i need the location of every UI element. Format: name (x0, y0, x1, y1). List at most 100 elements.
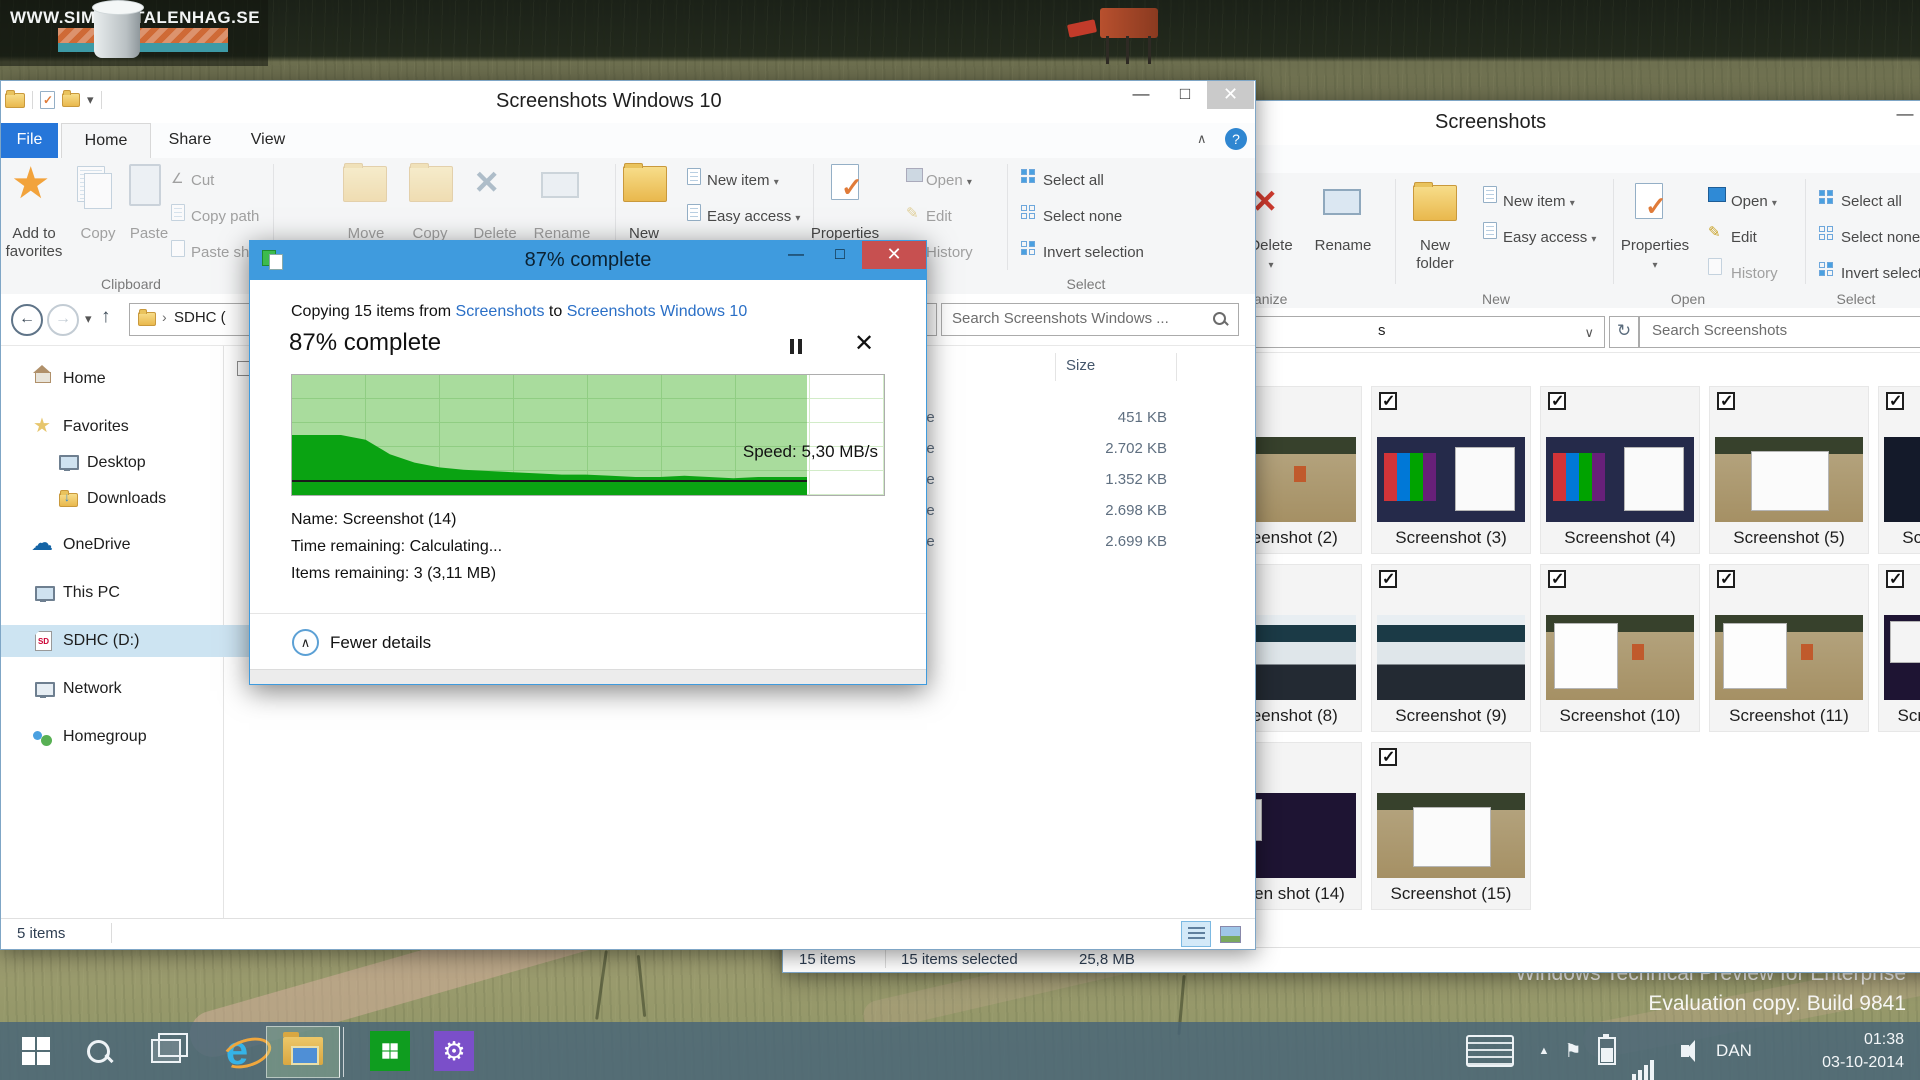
win1-minimize-button[interactable]: — (1119, 81, 1163, 109)
win1-maximize-button[interactable]: □ (1163, 81, 1207, 109)
tab-share[interactable]: Share (151, 123, 229, 158)
history-dropdown-icon[interactable]: ▾ (85, 311, 92, 327)
new-item-button[interactable]: New item ▾ (1503, 193, 1575, 210)
dialog-minimize-button[interactable]: — (774, 241, 818, 269)
destination-folder-link[interactable]: Screenshots Windows 10 (567, 303, 748, 320)
checkbox-checked[interactable] (1379, 392, 1397, 410)
cancel-copy-button[interactable]: ✕ (854, 329, 874, 358)
dialog-close-button[interactable]: ✕ (862, 241, 926, 269)
paste-icon (129, 164, 161, 206)
win1-titlebar[interactable]: ✓ ▾ Screenshots Windows 10 — □ ✕ (1, 81, 1255, 123)
task-view-button[interactable] (142, 1022, 190, 1080)
new-folder-button[interactable]: New (1391, 237, 1479, 254)
up-button[interactable]: ↑ (101, 306, 111, 328)
select-all-icon (1021, 169, 1035, 183)
properties-dropdown[interactable]: ▾ (1613, 255, 1697, 272)
thumbnail-view-button[interactable] (1215, 921, 1245, 947)
open-button[interactable]: Open ▾ (1731, 193, 1777, 210)
qat-customize-dropdown[interactable]: ▾ (87, 92, 94, 108)
add-to-favorites-button[interactable]: Add to (1, 225, 67, 242)
search-icon[interactable] (1213, 312, 1226, 325)
qat-new-folder-icon[interactable] (62, 93, 80, 107)
file-tile-screenshot-5[interactable]: Screenshot (5) (1709, 386, 1869, 554)
taskbar-clock[interactable]: 01:38 03-10-2014 (1774, 1028, 1904, 1074)
file-tile-screenshot-11[interactable]: Screenshot (11) (1709, 564, 1869, 732)
checkbox-checked[interactable] (1886, 570, 1904, 588)
help-icon[interactable]: ? (1225, 128, 1247, 150)
win2-minimize-button[interactable]: — (1883, 101, 1920, 129)
explorer-window-icon[interactable] (5, 93, 25, 108)
qat-properties-icon[interactable]: ✓ (40, 91, 55, 109)
new-folder-button-line2[interactable]: folder (1391, 255, 1479, 272)
settings-button[interactable]: ⚙ (430, 1022, 478, 1080)
file-tile-screenshot-15[interactable]: Screenshot (15) (1371, 742, 1531, 910)
new-item-button[interactable]: New item ▾ (707, 172, 779, 189)
select-none-button[interactable]: Select none (1841, 229, 1920, 246)
select-all-button[interactable]: Select all (1841, 193, 1902, 210)
tile-label: Screenshot (15) (1372, 884, 1530, 904)
group-select: Select (1051, 276, 1121, 292)
touch-keyboard-button[interactable] (1462, 1022, 1518, 1080)
checkbox-checked[interactable] (1886, 392, 1904, 410)
rename-button[interactable]: Rename (1307, 237, 1379, 254)
edit-button[interactable]: Edit (1731, 229, 1757, 246)
onedrive-cloud-icon: ☁ (31, 530, 53, 556)
store-button[interactable] (366, 1022, 414, 1080)
checkbox-checked[interactable] (1379, 570, 1397, 588)
chevron-down-icon[interactable]: ∨ (1584, 325, 1594, 341)
properties-button[interactable]: Properties (1613, 237, 1697, 254)
back-button[interactable]: ← (11, 304, 43, 336)
refresh-button[interactable]: ↻ (1609, 316, 1639, 348)
forward-button[interactable]: → (47, 304, 79, 336)
file-tile-screenshot-9[interactable]: Screenshot (9) (1371, 564, 1531, 732)
tab-home[interactable]: Home (61, 123, 151, 158)
file-tile-screenshot-4[interactable]: Screenshot (4) (1540, 386, 1700, 554)
fewer-details-label[interactable]: Fewer details (330, 633, 431, 653)
search-input[interactable]: Search Screenshots Windows ... (941, 303, 1239, 336)
sidebar-label: Favorites (63, 418, 129, 436)
dialog-titlebar[interactable]: 87% complete — □ ✕ (250, 241, 926, 280)
delete-icon: × (475, 162, 498, 202)
file-tile-screenshot-3[interactable]: Screenshot (3) (1371, 386, 1531, 554)
volume-icon[interactable] (1668, 1022, 1702, 1080)
checkbox-checked[interactable] (1548, 392, 1566, 410)
source-folder-link[interactable]: Screenshots (456, 303, 545, 320)
pause-button[interactable] (788, 339, 804, 359)
checkbox-checked[interactable] (1717, 570, 1735, 588)
invert-selection-button[interactable]: Invert selection (1043, 244, 1144, 261)
tab-file[interactable]: File (1, 123, 58, 158)
ribbon-collapse-chevron-icon[interactable]: ∧ (1197, 131, 1207, 147)
add-to-favorites-line2[interactable]: favorites (1, 243, 67, 260)
language-indicator[interactable]: DAN (1706, 1022, 1762, 1080)
start-button[interactable] (12, 1022, 60, 1080)
taskbar-search-button[interactable] (76, 1022, 120, 1080)
search-input[interactable]: Search Screenshots (1639, 316, 1920, 348)
dialog-maximize-button[interactable]: □ (818, 241, 862, 269)
internet-explorer-button[interactable]: e (210, 1022, 264, 1080)
copy-progress-dialog: 87% complete — □ ✕ Copying 15 items from… (249, 240, 927, 685)
battery-icon[interactable] (1592, 1022, 1622, 1080)
select-none-button[interactable]: Select none (1043, 208, 1122, 225)
file-explorer-button[interactable] (276, 1022, 330, 1080)
action-center-flag-icon[interactable]: ⚑ (1558, 1022, 1588, 1080)
invert-selection-button[interactable]: Invert selection (1841, 265, 1920, 282)
checkbox-checked[interactable] (1379, 748, 1397, 766)
tray-expand-button[interactable]: ▲ (1530, 1022, 1558, 1080)
network-signal-icon[interactable] (1628, 1022, 1662, 1080)
file-tile-screenshot-10[interactable]: Screenshot (10) (1540, 564, 1700, 732)
checkbox-checked[interactable] (1717, 392, 1735, 410)
checkbox-checked[interactable] (1548, 570, 1566, 588)
fewer-details-button[interactable]: ∧ (292, 629, 319, 656)
win1-close-button[interactable]: ✕ (1207, 81, 1254, 109)
thumbnail-image (1377, 615, 1525, 700)
file-tile-screenshot-12[interactable]: Screenshot (12) (1878, 564, 1920, 732)
select-none-icon (1819, 226, 1833, 240)
easy-access-button[interactable]: Easy access ▾ (707, 208, 800, 225)
details-view-button[interactable] (1181, 921, 1211, 947)
easy-access-button[interactable]: Easy access ▾ (1503, 229, 1596, 246)
column-header-size[interactable]: Size (1055, 353, 1177, 381)
tab-view[interactable]: View (231, 123, 305, 158)
select-all-button[interactable]: Select all (1043, 172, 1104, 189)
tile-label: Screenshot (11) (1710, 706, 1868, 726)
file-tile-screenshot-6[interactable]: Screenshot (6) (1878, 386, 1920, 554)
